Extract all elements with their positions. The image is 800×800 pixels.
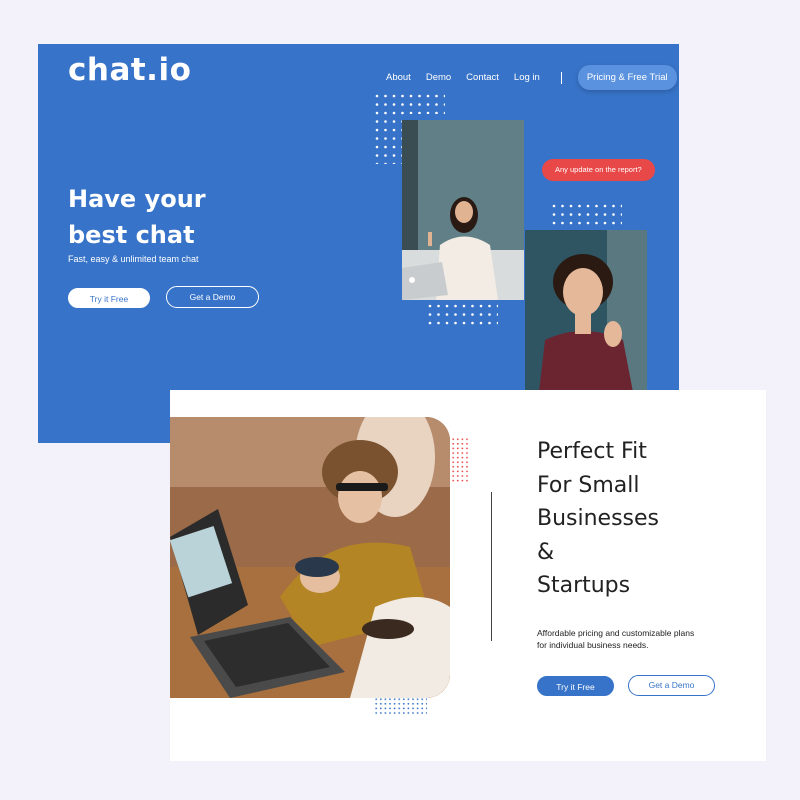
nav-contact[interactable]: Contact	[466, 72, 499, 83]
dot-grid-decoration	[428, 304, 498, 330]
feature-get-demo-button[interactable]: Get a Demo	[628, 675, 715, 696]
photo-woman-smiling	[525, 230, 647, 392]
vertical-divider	[491, 492, 492, 641]
photo-people-laptops	[170, 417, 450, 698]
try-free-button[interactable]: Try it Free	[68, 288, 150, 308]
feature-title-line: Startups	[537, 573, 631, 598]
feature-description: Affordable pricing and customizable plan…	[537, 627, 737, 651]
hero-subtitle: Fast, easy & unlimited team chat	[68, 254, 199, 264]
dot-grid-decoration	[375, 698, 427, 716]
nav-login[interactable]: Log in	[514, 72, 540, 83]
hero-section: chat.io About Demo Contact Log in Pricin…	[38, 44, 679, 443]
nav-about[interactable]: About	[386, 72, 411, 83]
top-nav: About Demo Contact Log in Pricing & Free…	[386, 65, 677, 90]
feature-title-line: Businesses	[537, 506, 660, 531]
dot-grid-decoration	[552, 204, 622, 230]
hero-title-line: best chat	[68, 221, 195, 249]
feature-description-line: Affordable pricing and customizable plan…	[537, 628, 695, 638]
dot-grid-decoration	[452, 438, 470, 484]
feature-title-line: For Small	[537, 472, 640, 498]
feature-description-line: for individual business needs.	[537, 640, 649, 650]
feature-section: Perfect Fit For Small Businesses & Start…	[170, 390, 766, 761]
hero-title-line: Have your	[68, 185, 206, 213]
feature-title: Perfect Fit For Small Businesses & Start…	[537, 435, 659, 603]
pricing-trial-button[interactable]: Pricing & Free Trial	[577, 65, 677, 90]
hero-title: Have your best chat	[68, 181, 206, 253]
nav-demo[interactable]: Demo	[426, 72, 451, 83]
nav-divider	[560, 71, 562, 84]
logo[interactable]: chat.io	[68, 52, 191, 88]
chat-bubble: Any update on the report?	[542, 159, 655, 181]
feature-title-line: &	[537, 539, 555, 565]
get-demo-button[interactable]: Get a Demo	[166, 286, 259, 308]
photo-woman-laptop	[402, 120, 524, 300]
feature-title-line: Perfect Fit	[537, 439, 647, 464]
feature-try-free-button[interactable]: Try it Free	[537, 676, 614, 696]
